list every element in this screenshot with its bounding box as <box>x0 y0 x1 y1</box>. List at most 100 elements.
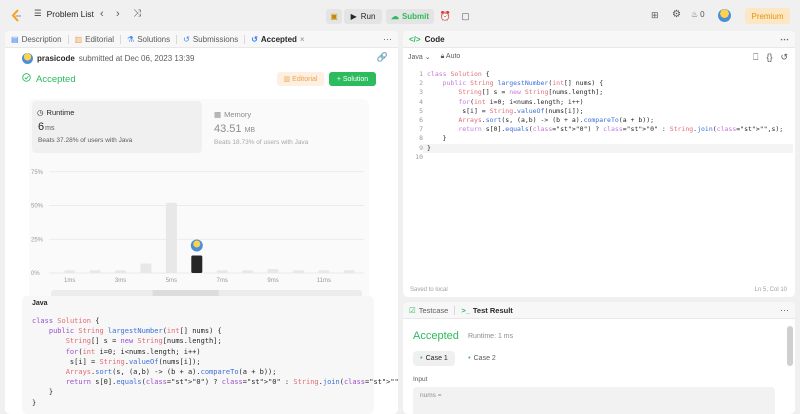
editor-toolbar: Java ⌄ 🔒︎ Auto <box>408 53 460 61</box>
tab-submissions[interactable]: ↺ Submissions <box>177 31 244 48</box>
line-number: 5 <box>419 106 423 115</box>
link-icon[interactable]: 🔗 <box>377 52 388 63</box>
case-label: Case 2 <box>473 355 496 362</box>
prev-problem-icon[interactable]: ‹ <box>100 8 104 20</box>
y-tick-label: 25% <box>31 237 44 243</box>
language-select[interactable]: Java ⌄ <box>408 53 431 61</box>
user-avatar[interactable] <box>718 9 731 22</box>
case-2-tab[interactable]: • Case 2 <box>461 351 503 366</box>
more-options-icon[interactable]: ⋯ <box>383 34 392 45</box>
memory-unit: MB <box>244 127 256 134</box>
debug-button[interactable]: ▣ <box>326 9 342 24</box>
cloud-upload-icon: ☁ <box>390 12 399 21</box>
memory-beats: Beats 18.73% of users with Java <box>214 139 309 146</box>
bar <box>318 270 330 273</box>
code-editor[interactable]: 1 2 3 4 5 6 7 8 9 10 class Solution { public Stri… <box>403 69 795 277</box>
notes-icon[interactable]: ▢ <box>458 9 473 24</box>
editorial-button[interactable]: ▥ Editorial <box>277 72 324 86</box>
bar <box>64 270 76 273</box>
code-line: } <box>427 143 431 152</box>
memory-title-label: Memory <box>224 110 252 119</box>
line-number: 4 <box>419 97 423 106</box>
avatar <box>22 53 33 64</box>
more-options-icon[interactable]: ⋯ <box>780 305 789 316</box>
history-icon: ↺ <box>183 34 190 44</box>
next-problem-icon[interactable]: › <box>116 8 120 20</box>
bug-icon: ▣ <box>330 12 338 21</box>
runtime-value: 6ms <box>38 121 54 133</box>
code-line: class Solution { <box>427 70 490 78</box>
pass-dot-icon: • <box>420 355 423 362</box>
code-line: s[i] = String.valueOf(nums[i]); <box>427 106 584 115</box>
tab-solutions[interactable]: ⚗ Solutions <box>121 31 176 48</box>
format-braces-icon[interactable]: {} <box>766 52 772 63</box>
run-label: Run <box>360 12 376 21</box>
flame-icon: ♨ <box>691 10 699 19</box>
code-line: public String largestNumber(int[] nums) … <box>48 327 222 336</box>
saved-status: Saved to local <box>410 287 448 293</box>
status-text: Accepted <box>36 73 76 85</box>
x-tick-label: 7ms <box>217 278 228 284</box>
editor-code[interactable]: class Solution { public String largestNu… <box>427 70 783 162</box>
tab-description[interactable]: ▤ Description <box>5 31 68 48</box>
tab-label: Accepted <box>260 34 297 44</box>
chip-icon: ▦ <box>214 110 222 119</box>
code-line: } <box>32 388 54 397</box>
close-icon[interactable]: × <box>300 35 305 44</box>
tab-editorial[interactable]: ▥ Editorial <box>69 31 120 48</box>
book-icon: ▥ <box>74 34 83 44</box>
language-value: Java <box>408 54 423 61</box>
submit-button[interactable]: ☁ Submit <box>386 9 434 24</box>
memory-title[interactable]: ▦ Memory <box>214 110 251 119</box>
more-options-icon[interactable]: ⋯ <box>780 34 789 45</box>
scrollbar[interactable] <box>787 326 793 366</box>
code-line: return s[0].equals(class="st">"0") ? cla… <box>458 125 784 134</box>
test-panel: ☑ Testcase >_ Test Result ⋯ Accepted Run… <box>403 302 795 414</box>
bar <box>191 255 203 273</box>
bookmark-icon[interactable]: ⎕ <box>753 52 758 63</box>
play-icon: ▶ <box>350 12 357 21</box>
gear-icon[interactable]: ⚙ <box>672 9 681 20</box>
line-number: 8 <box>419 134 423 143</box>
username[interactable]: prasicode <box>37 54 75 63</box>
timer-icon[interactable]: ⏰ <box>438 9 453 24</box>
line-number: 7 <box>419 125 423 134</box>
test-tab-bar: ☑ Testcase >_ Test Result ⋯ <box>403 302 795 319</box>
layout-icon[interactable]: ⊞ <box>651 10 659 21</box>
submission-panel: ▤ Description ▥ Editorial ⚗ Solutions ↺ … <box>5 31 398 414</box>
stats-card: ◷ Runtime 6ms Beats 37.28% of users with… <box>29 99 369 317</box>
premium-button[interactable]: Premium <box>745 8 790 24</box>
status-line: Accepted <box>22 73 76 85</box>
auto-mode[interactable]: 🔒︎ Auto <box>441 53 461 61</box>
code-header: </> Code ⋯ <box>403 31 795 48</box>
streak-count: 0 <box>700 10 705 19</box>
code-line: Arrays.sort(s, (a,b) -> (b + a).compareT… <box>65 368 277 377</box>
bar <box>292 270 304 273</box>
test-status: Accepted <box>413 330 459 342</box>
case-1-tab[interactable]: • Case 1 <box>413 351 455 366</box>
run-button[interactable]: ▶ Run <box>344 9 382 24</box>
leetcode-logo-icon[interactable] <box>10 9 23 22</box>
tab-test-result[interactable]: >_ Test Result <box>455 302 518 319</box>
tab-label: Description <box>21 34 62 44</box>
mode-label: Auto <box>445 53 461 60</box>
runtime-distribution-chart: 75%50%25%0%1ms3ms5ms7ms9ms11ms1ms3ms5ms7… <box>31 170 364 312</box>
book-icon: ▥ <box>283 76 291 83</box>
problem-list-button[interactable]: ☰ Problem List <box>34 8 94 19</box>
tab-accepted[interactable]: ↺ Accepted × <box>245 31 310 48</box>
post-solution-button[interactable]: + Solution <box>329 72 376 86</box>
reset-icon[interactable]: ↺ <box>780 52 788 63</box>
y-tick-label: 50% <box>31 204 44 210</box>
shuffle-icon[interactable]: ⤨ <box>133 8 141 19</box>
runtime-unit: ms <box>45 125 55 132</box>
line-number: 10 <box>415 152 423 161</box>
bar <box>165 202 177 273</box>
submitted-code: class Solution { public String largestNu… <box>32 316 398 408</box>
code-language: Java <box>32 300 48 307</box>
tab-testcase[interactable]: ☑ Testcase <box>403 302 454 319</box>
bar <box>343 270 355 273</box>
cursor-position: Ln 5, Col 10 <box>754 287 787 293</box>
bar <box>115 270 127 273</box>
problem-list-label: Problem List <box>46 8 94 19</box>
streak-counter[interactable]: ♨ 0 <box>691 10 705 19</box>
